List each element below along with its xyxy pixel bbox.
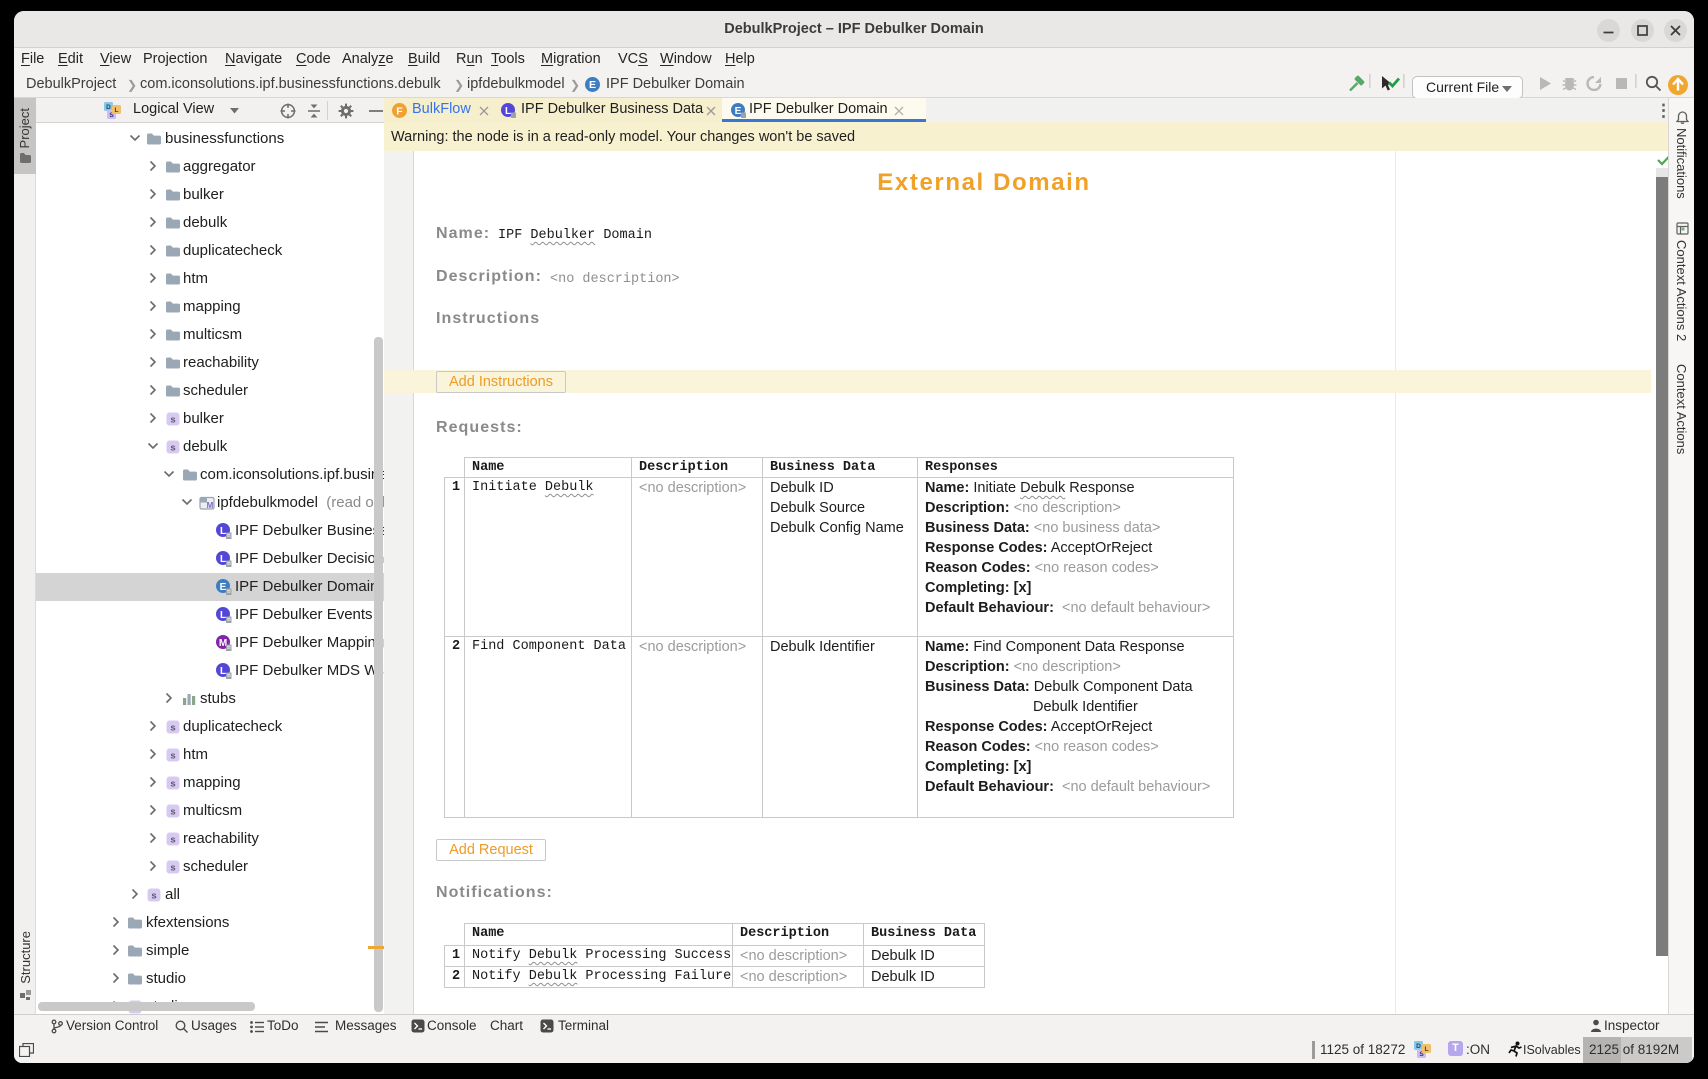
svg-text:s: s [170, 807, 175, 818]
svg-text:L: L [220, 666, 226, 677]
svg-text:M: M [219, 638, 227, 649]
svg-text:s: s [170, 751, 175, 762]
svg-text:D: D [1416, 1043, 1421, 1050]
svg-text:L: L [220, 554, 226, 565]
svg-text:F: F [396, 105, 403, 117]
svg-text:s: s [170, 723, 175, 734]
svg-text:s: s [170, 779, 175, 790]
svg-text:s: s [170, 415, 175, 426]
svg-text:L: L [505, 106, 511, 117]
svg-text:s: s [170, 863, 175, 874]
svg-text:L: L [220, 526, 226, 537]
svg-text:E: E [735, 106, 742, 117]
svg-text:D: D [106, 104, 111, 111]
svg-text:E: E [589, 79, 596, 91]
svg-text:L: L [220, 610, 226, 621]
svg-text:M: M [207, 501, 214, 510]
svg-text:s: s [170, 835, 175, 846]
svg-text:E: E [220, 582, 227, 593]
svg-text:s: s [151, 891, 156, 902]
svg-text:L: L [1425, 1046, 1429, 1053]
svg-text:s: s [170, 443, 175, 454]
svg-text:L: L [115, 107, 119, 114]
